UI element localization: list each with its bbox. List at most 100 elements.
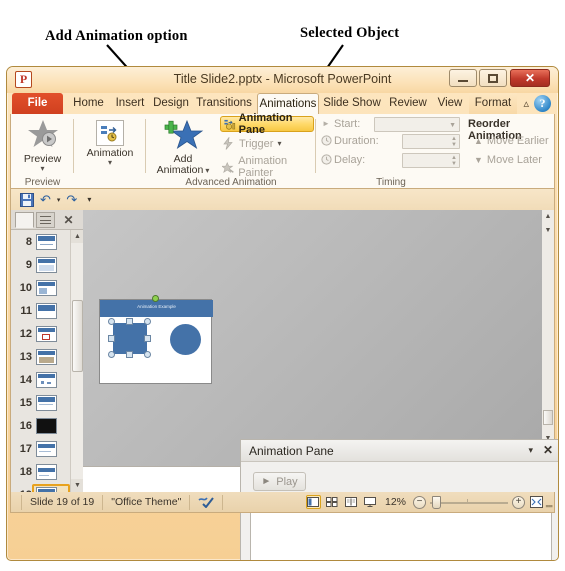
slide-thumbnail[interactable] xyxy=(36,233,57,250)
slide-show-button[interactable] xyxy=(363,495,378,509)
scroll-down-icon[interactable]: ▼ xyxy=(542,224,554,236)
spinner-icon[interactable]: ▲ ▼ xyxy=(451,136,457,148)
zoom-slider-thumb[interactable] xyxy=(432,495,441,509)
slide-thumbnail[interactable] xyxy=(36,417,57,434)
circle-shape[interactable] xyxy=(170,324,201,355)
chevron-up-icon[interactable]: ▵ xyxy=(523,97,529,110)
rotation-handle[interactable] xyxy=(152,295,159,302)
help-icon[interactable]: ? xyxy=(534,95,551,112)
customize-qat-icon[interactable]: ▾ xyxy=(87,195,91,204)
resize-handle-nw[interactable] xyxy=(108,318,115,325)
close-icon[interactable]: ✕ xyxy=(543,443,553,457)
selected-square-shape[interactable] xyxy=(113,323,147,354)
thumbnail-scrollbar[interactable]: ▲ ▼ xyxy=(70,230,84,492)
add-animation-dropdown-icon[interactable]: ▾ xyxy=(205,167,209,175)
tab-format[interactable]: Format xyxy=(469,93,517,114)
list-item[interactable]: 11 xyxy=(11,299,70,322)
tab-design[interactable]: Design xyxy=(151,93,191,114)
slide-thumbnail[interactable] xyxy=(36,440,57,457)
outline-tab-icon[interactable] xyxy=(36,212,55,228)
slide-sorter-button[interactable] xyxy=(325,495,340,509)
add-animation-button[interactable]: Add Animation ▾ xyxy=(150,119,216,176)
move-earlier-button[interactable]: ▲ Move Earlier xyxy=(474,135,549,147)
slide-thumbnail[interactable] xyxy=(36,371,57,388)
slide-thumbnail[interactable] xyxy=(36,256,57,273)
animation-gallery-button[interactable]: Animation ▾ xyxy=(80,120,140,167)
slide-thumbnail[interactable] xyxy=(36,279,57,296)
list-item[interactable]: 12 xyxy=(11,322,70,345)
slide-thumbnail[interactable] xyxy=(36,463,57,480)
minimize-button[interactable] xyxy=(449,69,477,87)
animation-painter-button[interactable]: Animation Painter xyxy=(222,155,314,179)
tab-slide-show[interactable]: Slide Show xyxy=(321,93,383,114)
resize-grip-icon[interactable]: ▪▪▪ xyxy=(545,501,553,511)
chevron-down-icon[interactable]: ▾ xyxy=(528,445,533,456)
reading-view-button[interactable] xyxy=(344,495,359,509)
animation-gallery-dropdown-icon[interactable]: ▾ xyxy=(80,159,140,167)
slide-title-placeholder[interactable]: Animation Example xyxy=(100,300,213,317)
list-item[interactable]: 9 xyxy=(11,253,70,276)
tab-insert[interactable]: Insert xyxy=(111,93,149,114)
slide-edit-area[interactable]: Animation Example xyxy=(83,210,542,466)
trigger-dropdown-icon[interactable]: ▾ xyxy=(277,140,281,148)
start-select[interactable]: ▼ xyxy=(374,117,460,132)
list-item[interactable]: 14 xyxy=(11,368,70,391)
list-item[interactable]: 10 xyxy=(11,276,70,299)
zoom-slider[interactable] xyxy=(430,495,508,509)
resize-handle-n[interactable] xyxy=(126,318,133,325)
maximize-button[interactable] xyxy=(479,69,507,87)
fit-to-window-button[interactable] xyxy=(529,495,544,509)
slide-area-scrollbar[interactable]: ▲ ▼ ▲▲ ▼▼ xyxy=(541,210,555,474)
zoom-in-button[interactable]: + xyxy=(512,495,525,509)
tab-transitions[interactable]: Transitions xyxy=(193,93,255,114)
tab-home[interactable]: Home xyxy=(68,93,109,114)
list-item[interactable]: 17 xyxy=(11,437,70,460)
preview-button[interactable]: Preview ▾ xyxy=(15,119,70,173)
slide-thumbnail[interactable] xyxy=(36,348,57,365)
tab-view[interactable]: View xyxy=(433,93,467,114)
scroll-up-icon[interactable]: ▲ xyxy=(542,210,554,222)
list-item[interactable]: 16 xyxy=(11,414,70,437)
delay-input[interactable]: ▲ ▼ xyxy=(402,153,460,168)
spellcheck-button[interactable] xyxy=(190,494,224,510)
thumbnail-list[interactable]: 8 9 10 11 12 13 14 15 16 17 18 19 xyxy=(11,230,70,492)
scrollbar-thumb[interactable] xyxy=(543,410,553,425)
redo-icon[interactable]: ↷ xyxy=(66,192,77,208)
play-button[interactable]: ► Play xyxy=(253,472,306,491)
slide-thumbnail[interactable] xyxy=(36,302,57,319)
close-button[interactable]: ✕ xyxy=(510,69,550,87)
move-later-button[interactable]: ▼ Move Later xyxy=(474,154,542,166)
resize-handle-sw[interactable] xyxy=(108,351,115,358)
undo-dropdown-icon[interactable]: ▾ xyxy=(57,196,61,204)
list-item[interactable]: 19 xyxy=(11,483,70,492)
slide-thumbnail[interactable] xyxy=(36,394,57,411)
resize-handle-w[interactable] xyxy=(108,335,115,342)
zoom-out-button[interactable]: − xyxy=(413,495,426,509)
list-item[interactable]: 15 xyxy=(11,391,70,414)
notes-scrollbar[interactable]: ▲ ▼ xyxy=(542,210,554,236)
duration-label: Duration: xyxy=(334,135,379,147)
slide-thumbnail[interactable] xyxy=(36,325,57,342)
resize-handle-se[interactable] xyxy=(144,351,151,358)
undo-icon[interactable]: ↶ xyxy=(40,192,51,208)
animation-pane-button[interactable]: Animation Pane xyxy=(220,112,314,136)
save-icon[interactable] xyxy=(20,192,34,207)
duration-input[interactable]: ▲ ▼ xyxy=(402,134,460,149)
scrollbar-thumb[interactable] xyxy=(72,300,83,372)
list-item[interactable]: 18 xyxy=(11,460,70,483)
tab-animations[interactable]: Animations xyxy=(257,93,319,114)
tab-file[interactable]: File xyxy=(12,93,63,114)
tab-review[interactable]: Review xyxy=(385,93,431,114)
slides-tab-icon[interactable] xyxy=(15,212,34,228)
resize-handle-s[interactable] xyxy=(126,351,133,358)
slide-canvas[interactable]: Animation Example xyxy=(99,295,213,384)
trigger-button[interactable]: Trigger ▾ xyxy=(222,137,281,150)
normal-view-button[interactable] xyxy=(305,495,321,509)
preview-dropdown-icon[interactable]: ▾ xyxy=(15,165,70,173)
resize-handle-ne[interactable] xyxy=(144,318,151,325)
resize-handle-e[interactable] xyxy=(144,335,151,342)
list-item[interactable]: 13 xyxy=(11,345,70,368)
spinner-icon[interactable]: ▲ ▼ xyxy=(451,155,457,167)
close-panel-icon[interactable]: ✕ xyxy=(59,213,78,229)
list-item[interactable]: 8 xyxy=(11,230,70,253)
